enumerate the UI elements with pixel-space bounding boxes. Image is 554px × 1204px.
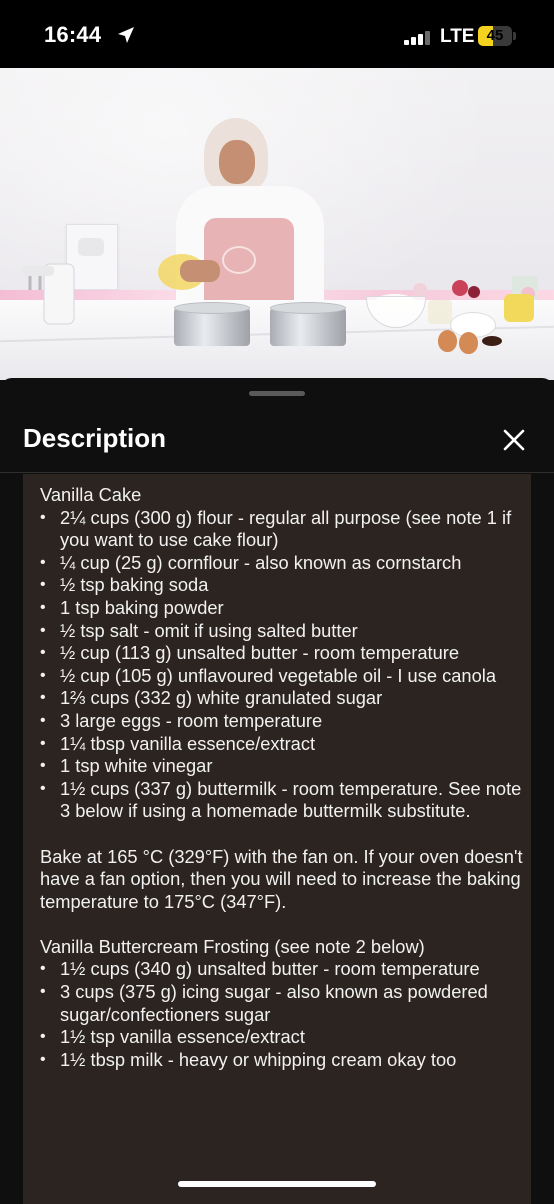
video-egg: [438, 330, 457, 352]
video-cake-pan-right: [270, 302, 346, 346]
list-item: 1¼ tbsp vanilla essence/extract: [40, 733, 530, 756]
video-decor-play-icon: [78, 238, 104, 256]
bake-note: Bake at 165 °C (329°F) with the fan on. …: [40, 845, 523, 912]
frosting-heading: Vanilla Buttercream Frosting (see note 2…: [40, 935, 425, 957]
list-item: ½ tsp salt - omit if using salted butter: [40, 620, 530, 643]
video-mixer: [22, 263, 75, 325]
frosting-ingredient-list: 1½ cups (340 g) unsalted butter - room t…: [40, 958, 530, 1071]
list-item: ½ cup (105 g) unflavoured vegetable oil …: [40, 665, 530, 688]
list-item: ½ cup (113 g) unsalted butter - room tem…: [40, 642, 530, 665]
video-apron-logo: [222, 246, 256, 274]
network-type: LTE: [440, 26, 475, 47]
video-ingredient-jar: [482, 336, 502, 346]
battery-percent: 45: [486, 27, 504, 44]
battery-nub: [513, 32, 516, 40]
status-time: 16:44: [44, 22, 102, 47]
video-egg: [459, 332, 478, 354]
location-arrow-icon: [118, 27, 134, 43]
list-item: 2¼ cups (300 g) flour - regular all purp…: [40, 507, 530, 552]
sheet-drag-handle[interactable]: [249, 391, 305, 396]
video-presenter-face: [219, 140, 255, 184]
list-item: 1½ cups (337 g) buttermilk - room temper…: [40, 778, 530, 823]
video-player[interactable]: [0, 68, 554, 380]
sheet-title: Description: [23, 423, 167, 453]
list-item: 1 tsp white vinegar: [40, 755, 530, 778]
video-cake-pan-left: [174, 302, 250, 346]
video-presenter-hands: [180, 260, 220, 282]
status-bar: 16:44 LTE 45: [0, 0, 554, 68]
home-indicator[interactable]: [178, 1181, 376, 1187]
description-text: Vanilla Cake 2¼ cups (300 g) flour - reg…: [40, 484, 530, 1071]
sheet-divider: [0, 472, 554, 473]
list-item: 1½ tbsp milk - heavy or whipping cream o…: [40, 1049, 530, 1072]
close-icon[interactable]: [499, 425, 529, 455]
cake-ingredient-list: 2¼ cups (300 g) flour - regular all purp…: [40, 507, 530, 823]
video-ingredient-jar: [428, 300, 452, 324]
signal-bars-icon: [404, 31, 434, 45]
list-item: 3 large eggs - room temperature: [40, 710, 530, 733]
cake-heading: Vanilla Cake: [40, 484, 142, 505]
list-item: 1½ cups (340 g) unsalted butter - room t…: [40, 958, 530, 981]
list-item: ¼ cup (25 g) cornflour - also known as c…: [40, 552, 530, 575]
video-butter: [504, 294, 534, 322]
list-item: 3 cups (375 g) icing sugar - also known …: [40, 981, 530, 1026]
list-item: 1⅔ cups (332 g) white granulated sugar: [40, 687, 530, 710]
list-item: 1 tsp baking powder: [40, 597, 530, 620]
list-item: 1½ tsp vanilla essence/extract: [40, 1026, 530, 1049]
list-item: ½ tsp baking soda: [40, 574, 530, 597]
battery-icon: 45: [478, 26, 512, 46]
